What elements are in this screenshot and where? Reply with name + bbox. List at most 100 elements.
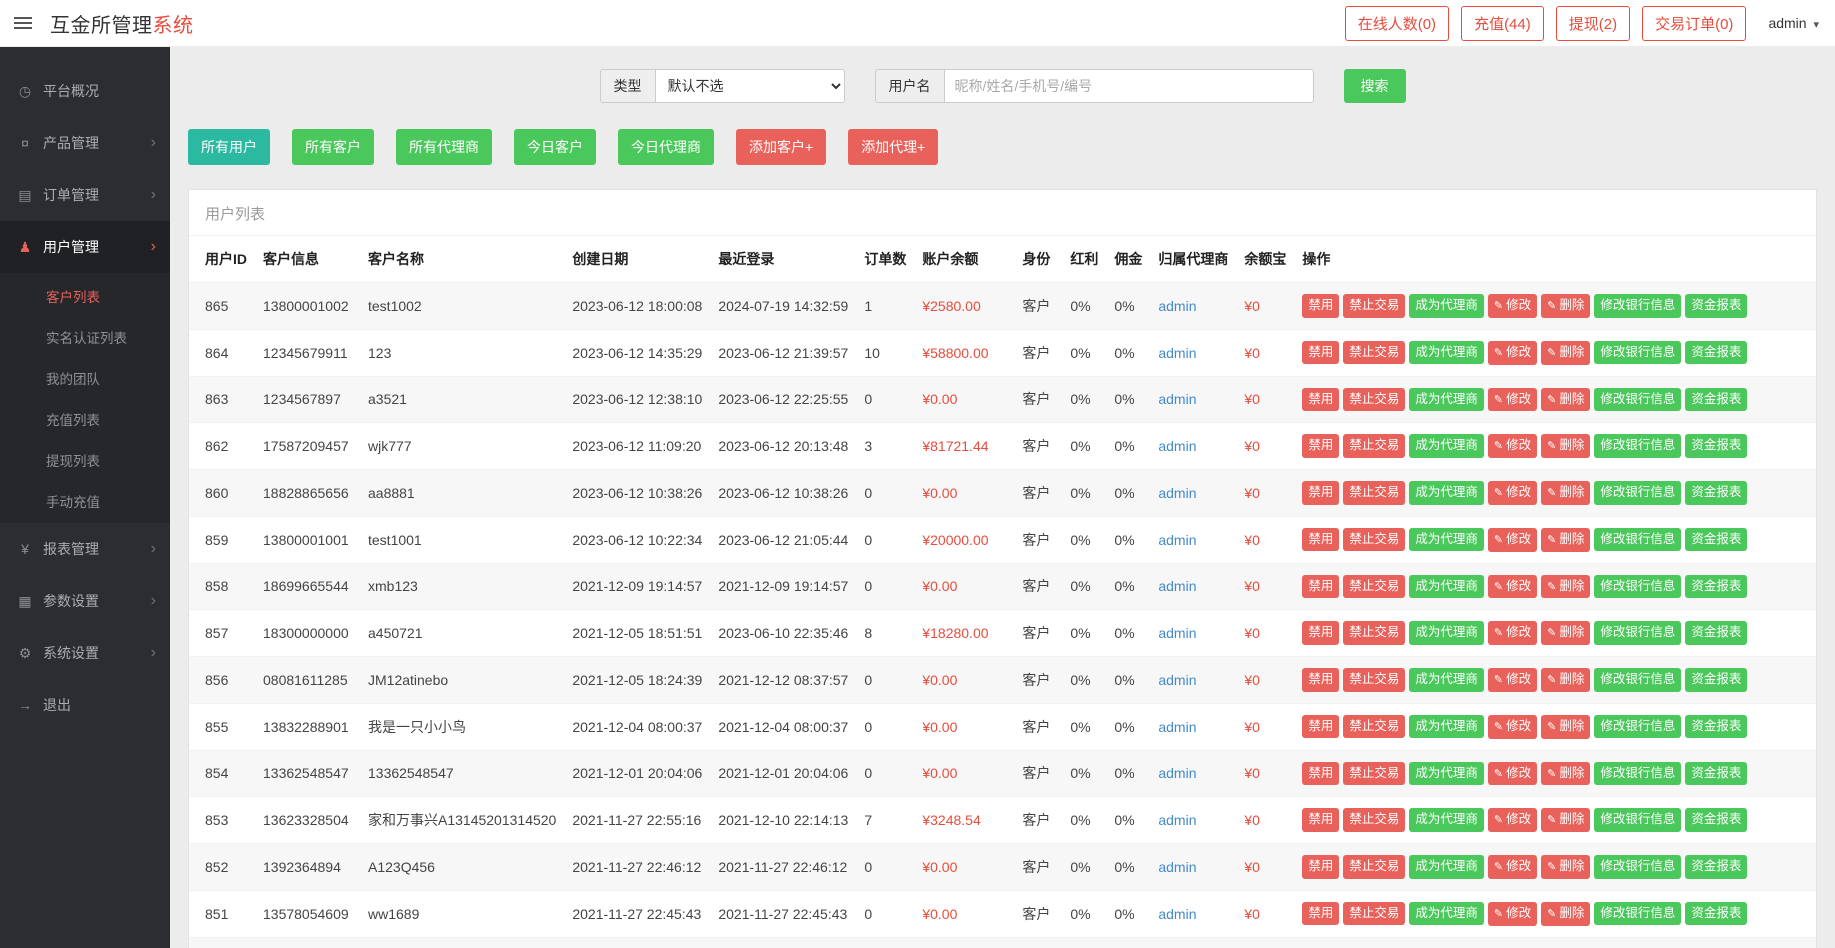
edit-button[interactable]: ✎修改 [1488,434,1537,458]
edit-button[interactable]: ✎修改 [1488,762,1537,786]
edit-button[interactable]: ✎修改 [1488,575,1537,599]
header-stat-button[interactable]: 充值(44) [1461,6,1544,41]
sidebar-item[interactable]: ⚙系统设置› [0,627,170,679]
forbid-trade-button[interactable]: 禁止交易 [1343,575,1405,599]
edit-bank-info-button[interactable]: 修改银行信息 [1594,855,1681,879]
delete-button[interactable]: ✎删除 [1541,621,1590,645]
edit-bank-info-button[interactable]: 修改银行信息 [1594,762,1681,786]
add-agent-button[interactable]: 添加代理+ [848,129,938,165]
become-agent-button[interactable]: 成为代理商 [1409,575,1484,599]
fund-report-button[interactable]: 资金报表 [1685,481,1747,505]
edit-button[interactable]: ✎修改 [1488,481,1537,505]
edit-bank-info-button[interactable]: 修改银行信息 [1594,388,1681,412]
forbid-trade-button[interactable]: 禁止交易 [1343,855,1405,879]
delete-button[interactable]: ✎删除 [1541,902,1590,926]
edit-bank-info-button[interactable]: 修改银行信息 [1594,528,1681,552]
forbid-trade-button[interactable]: 禁止交易 [1343,715,1405,739]
cell-agent[interactable]: admin [1150,937,1236,948]
edit-bank-info-button[interactable]: 修改银行信息 [1594,434,1681,458]
become-agent-button[interactable]: 成为代理商 [1409,902,1484,926]
disable-button[interactable]: 禁用 [1302,341,1339,365]
delete-button[interactable]: ✎删除 [1541,294,1590,318]
fund-report-button[interactable]: 资金报表 [1685,528,1747,552]
edit-button[interactable]: ✎修改 [1488,621,1537,645]
search-button[interactable]: 搜索 [1344,69,1406,103]
username-input[interactable] [944,69,1314,103]
header-stat-button[interactable]: 交易订单(0) [1642,6,1746,41]
forbid-trade-button[interactable]: 禁止交易 [1343,621,1405,645]
sidebar-item[interactable]: ¤产品管理› [0,117,170,169]
edit-bank-info-button[interactable]: 修改银行信息 [1594,621,1681,645]
fund-report-button[interactable]: 资金报表 [1685,715,1747,739]
sidebar-subitem[interactable]: 实名认证列表 [0,316,170,357]
today-agents-button[interactable]: 今日代理商 [618,129,714,165]
forbid-trade-button[interactable]: 禁止交易 [1343,762,1405,786]
sidebar-subitem[interactable]: 充值列表 [0,398,170,439]
all-agents-button[interactable]: 所有代理商 [396,129,492,165]
fund-report-button[interactable]: 资金报表 [1685,575,1747,599]
fund-report-button[interactable]: 资金报表 [1685,621,1747,645]
edit-bank-info-button[interactable]: 修改银行信息 [1594,575,1681,599]
delete-button[interactable]: ✎删除 [1541,434,1590,458]
fund-report-button[interactable]: 资金报表 [1685,294,1747,318]
become-agent-button[interactable]: 成为代理商 [1409,715,1484,739]
edit-bank-info-button[interactable]: 修改银行信息 [1594,294,1681,318]
edit-button[interactable]: ✎修改 [1488,528,1537,552]
disable-button[interactable]: 禁用 [1302,808,1339,832]
cell-agent[interactable]: admin [1150,283,1236,330]
forbid-trade-button[interactable]: 禁止交易 [1343,668,1405,692]
disable-button[interactable]: 禁用 [1302,575,1339,599]
disable-button[interactable]: 禁用 [1302,715,1339,739]
edit-bank-info-button[interactable]: 修改银行信息 [1594,668,1681,692]
cell-agent[interactable]: admin [1150,750,1236,797]
cell-agent[interactable]: admin [1150,890,1236,937]
sidebar-item[interactable]: ▦参数设置› [0,575,170,627]
delete-button[interactable]: ✎删除 [1541,855,1590,879]
sidebar-subitem[interactable]: 客户列表 [0,275,170,316]
cell-agent[interactable]: admin [1150,376,1236,423]
edit-button[interactable]: ✎修改 [1488,294,1537,318]
fund-report-button[interactable]: 资金报表 [1685,434,1747,458]
become-agent-button[interactable]: 成为代理商 [1409,481,1484,505]
disable-button[interactable]: 禁用 [1302,528,1339,552]
fund-report-button[interactable]: 资金报表 [1685,668,1747,692]
cell-agent[interactable]: admin [1150,610,1236,657]
forbid-trade-button[interactable]: 禁止交易 [1343,294,1405,318]
forbid-trade-button[interactable]: 禁止交易 [1343,808,1405,832]
fund-report-button[interactable]: 资金报表 [1685,855,1747,879]
disable-button[interactable]: 禁用 [1302,855,1339,879]
cell-agent[interactable]: admin [1150,703,1236,750]
disable-button[interactable]: 禁用 [1302,434,1339,458]
fund-report-button[interactable]: 资金报表 [1685,762,1747,786]
add-customer-button[interactable]: 添加客户+ [736,129,826,165]
become-agent-button[interactable]: 成为代理商 [1409,341,1484,365]
cell-agent[interactable]: admin [1150,470,1236,517]
edit-bank-info-button[interactable]: 修改银行信息 [1594,902,1681,926]
cell-agent[interactable]: admin [1150,844,1236,891]
delete-button[interactable]: ✎删除 [1541,762,1590,786]
become-agent-button[interactable]: 成为代理商 [1409,808,1484,832]
disable-button[interactable]: 禁用 [1302,621,1339,645]
forbid-trade-button[interactable]: 禁止交易 [1343,481,1405,505]
sidebar-item[interactable]: ¥报表管理› [0,523,170,575]
delete-button[interactable]: ✎删除 [1541,388,1590,412]
sidebar-subitem[interactable]: 手动充值 [0,480,170,521]
sidebar-subitem[interactable]: 提现列表 [0,439,170,480]
delete-button[interactable]: ✎删除 [1541,528,1590,552]
edit-button[interactable]: ✎修改 [1488,341,1537,365]
header-stat-button[interactable]: 在线人数(0) [1345,6,1449,41]
admin-user-dropdown[interactable]: admin ▾ [1768,15,1819,31]
forbid-trade-button[interactable]: 禁止交易 [1343,528,1405,552]
forbid-trade-button[interactable]: 禁止交易 [1343,902,1405,926]
forbid-trade-button[interactable]: 禁止交易 [1343,434,1405,458]
sidebar-subitem[interactable]: 我的团队 [0,357,170,398]
edit-button[interactable]: ✎修改 [1488,808,1537,832]
disable-button[interactable]: 禁用 [1302,294,1339,318]
today-customers-button[interactable]: 今日客户 [514,129,596,165]
forbid-trade-button[interactable]: 禁止交易 [1343,341,1405,365]
become-agent-button[interactable]: 成为代理商 [1409,855,1484,879]
delete-button[interactable]: ✎删除 [1541,715,1590,739]
cell-agent[interactable]: admin [1150,657,1236,704]
edit-bank-info-button[interactable]: 修改银行信息 [1594,481,1681,505]
become-agent-button[interactable]: 成为代理商 [1409,528,1484,552]
